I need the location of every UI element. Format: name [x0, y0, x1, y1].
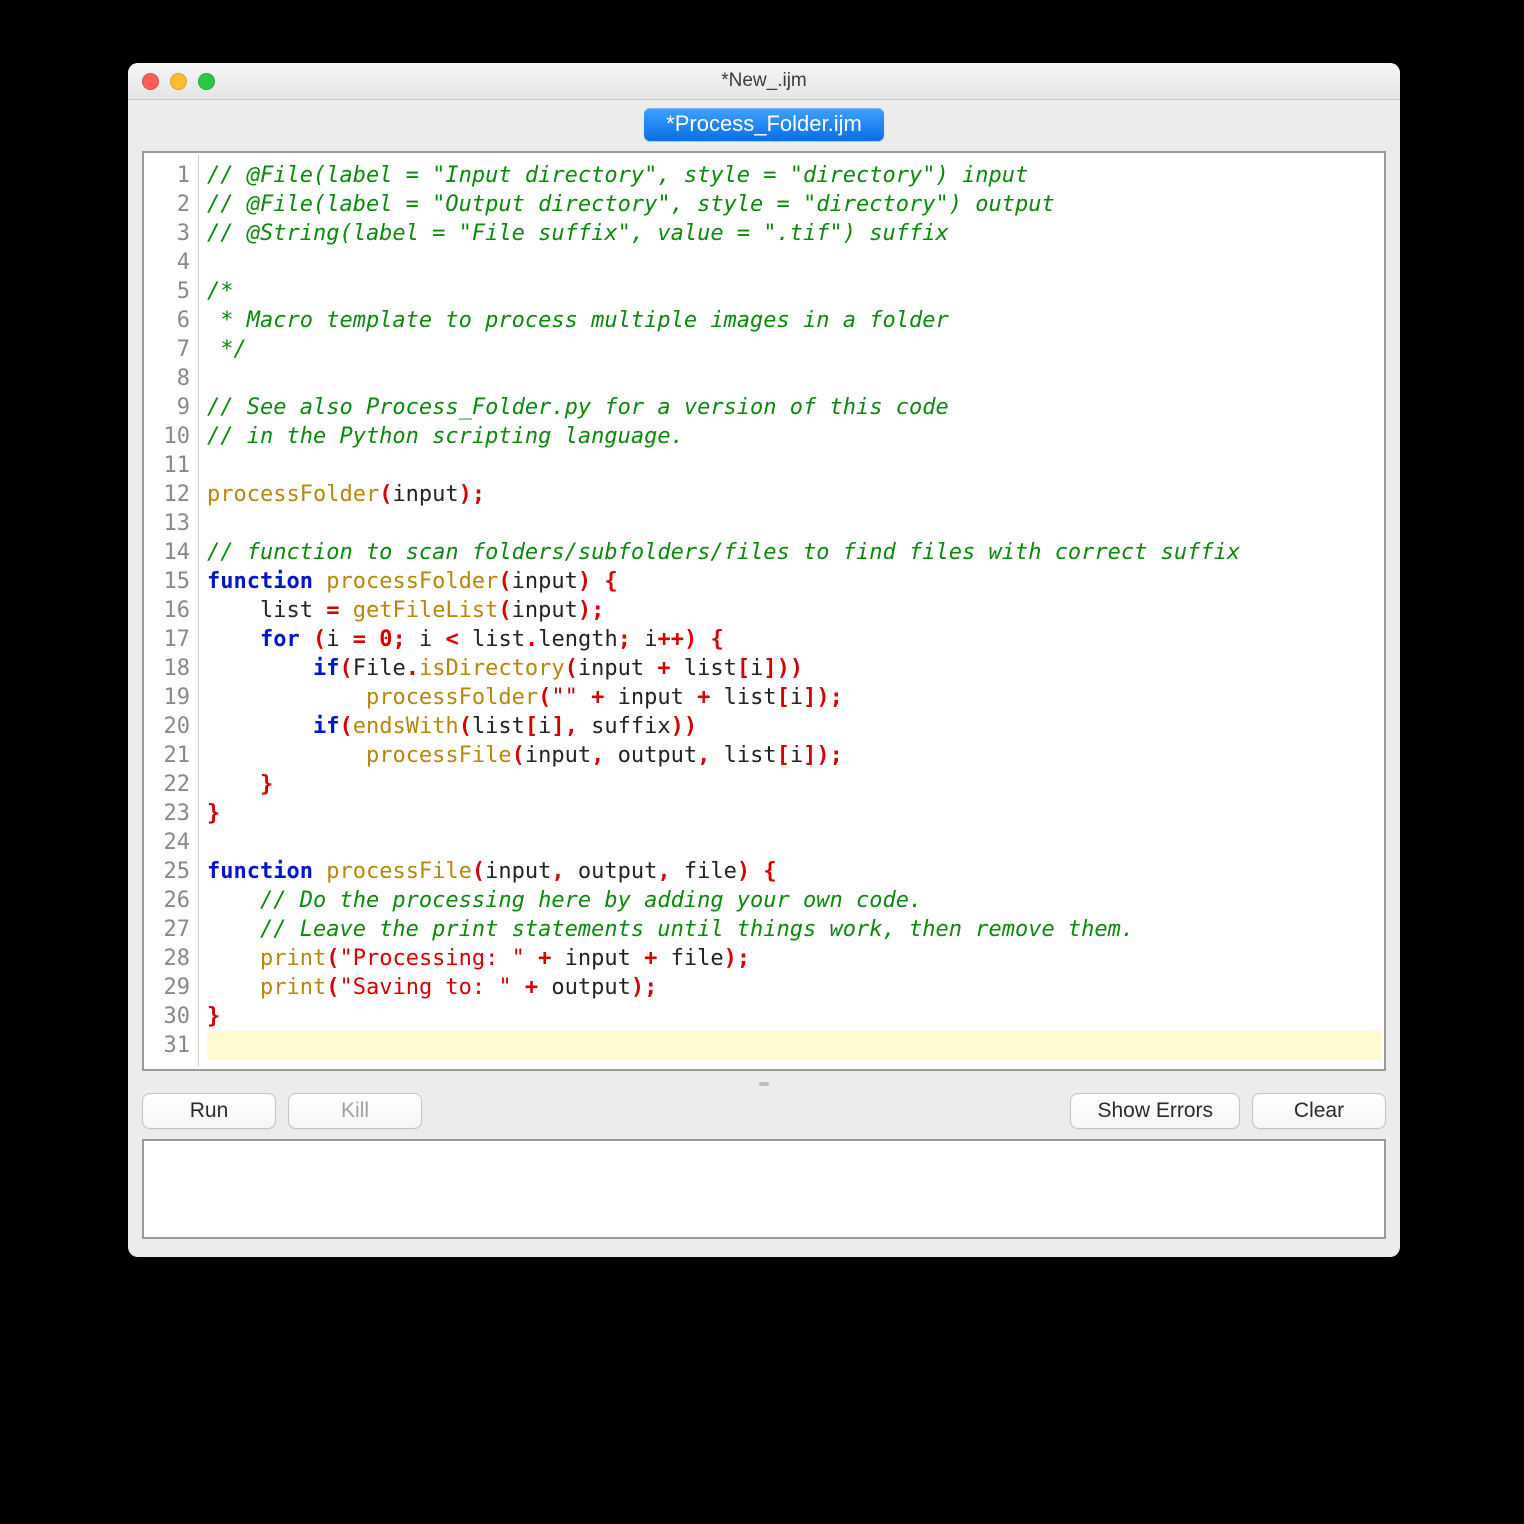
code-line[interactable]: */ [207, 335, 1382, 364]
line-number: 20 [156, 712, 190, 741]
line-number: 13 [156, 509, 190, 538]
splitter-handle[interactable] [142, 1077, 1386, 1091]
show-errors-button[interactable]: Show Errors [1070, 1093, 1240, 1129]
code-line[interactable]: for (i = 0; i < list.length; i++) { [207, 625, 1382, 654]
line-number: 6 [156, 306, 190, 335]
code-line[interactable] [207, 509, 1382, 538]
line-number: 25 [156, 857, 190, 886]
zoom-icon[interactable] [198, 73, 215, 90]
code-line[interactable]: if(endsWith(list[i], suffix)) [207, 712, 1382, 741]
clear-button[interactable]: Clear [1252, 1093, 1386, 1129]
line-number: 2 [156, 190, 190, 219]
tab-bar: *Process_Folder.ijm [128, 100, 1400, 151]
code-line[interactable]: // @String(label = "File suffix", value … [207, 219, 1382, 248]
code-line[interactable]: /* [207, 277, 1382, 306]
window-controls [142, 73, 215, 90]
line-number: 7 [156, 335, 190, 364]
code-line[interactable]: processFile(input, output, list[i]); [207, 741, 1382, 770]
line-number: 17 [156, 625, 190, 654]
grip-icon [759, 1082, 769, 1086]
line-number: 8 [156, 364, 190, 393]
code-line[interactable]: print("Saving to: " + output); [207, 973, 1382, 1002]
line-number: 31 [156, 1031, 190, 1060]
code-line[interactable]: list = getFileList(input); [207, 596, 1382, 625]
titlebar: *New_.ijm [128, 63, 1400, 100]
line-gutter: 1234567891011121314151617181920212223242… [146, 155, 199, 1066]
code-line[interactable]: processFolder("" + input + list[i]); [207, 683, 1382, 712]
code-line[interactable]: // @File(label = "Output directory", sty… [207, 190, 1382, 219]
line-number: 24 [156, 828, 190, 857]
code-line[interactable]: print("Processing: " + input + file); [207, 944, 1382, 973]
code-line[interactable]: // @File(label = "Input directory", styl… [207, 161, 1382, 190]
tab-process-folder[interactable]: *Process_Folder.ijm [644, 108, 884, 141]
run-button[interactable]: Run [142, 1093, 276, 1129]
line-number: 4 [156, 248, 190, 277]
minimize-icon[interactable] [170, 73, 187, 90]
line-number: 1 [156, 161, 190, 190]
line-number: 28 [156, 944, 190, 973]
line-number: 21 [156, 741, 190, 770]
code-line[interactable]: function processFolder(input) { [207, 567, 1382, 596]
code-line[interactable] [207, 248, 1382, 277]
code-line[interactable]: // Do the processing here by adding your… [207, 886, 1382, 915]
code-line[interactable]: // Leave the print statements until thin… [207, 915, 1382, 944]
code-line[interactable]: } [207, 770, 1382, 799]
line-number: 5 [156, 277, 190, 306]
line-number: 16 [156, 596, 190, 625]
line-number: 11 [156, 451, 190, 480]
kill-button[interactable]: Kill [288, 1093, 422, 1129]
line-number: 23 [156, 799, 190, 828]
line-number: 15 [156, 567, 190, 596]
line-number: 22 [156, 770, 190, 799]
code-area[interactable]: // @File(label = "Input directory", styl… [199, 155, 1382, 1066]
code-line[interactable]: // function to scan folders/subfolders/f… [207, 538, 1382, 567]
output-panel[interactable] [142, 1139, 1386, 1239]
code-editor[interactable]: 1234567891011121314151617181920212223242… [142, 151, 1386, 1071]
code-line[interactable]: function processFile(input, output, file… [207, 857, 1382, 886]
code-line[interactable] [207, 364, 1382, 393]
line-number: 12 [156, 480, 190, 509]
code-line[interactable] [207, 451, 1382, 480]
line-number: 27 [156, 915, 190, 944]
code-line[interactable]: // in the Python scripting language. [207, 422, 1382, 451]
line-number: 26 [156, 886, 190, 915]
code-line[interactable] [207, 828, 1382, 857]
code-line[interactable]: processFolder(input); [207, 480, 1382, 509]
code-line[interactable]: if(File.isDirectory(input + list[i])) [207, 654, 1382, 683]
code-line[interactable]: } [207, 799, 1382, 828]
code-line[interactable]: * Macro template to process multiple ima… [207, 306, 1382, 335]
line-number: 10 [156, 422, 190, 451]
window-title: *New_.ijm [128, 70, 1400, 92]
window: *New_.ijm *Process_Folder.ijm 1234567891… [128, 63, 1400, 1257]
line-number: 9 [156, 393, 190, 422]
code-line[interactable]: } [207, 1002, 1382, 1031]
button-row: Run Kill Show Errors Clear [128, 1091, 1400, 1139]
line-number: 14 [156, 538, 190, 567]
line-number: 19 [156, 683, 190, 712]
line-number: 30 [156, 1002, 190, 1031]
line-number: 3 [156, 219, 190, 248]
code-line[interactable]: // See also Process_Folder.py for a vers… [207, 393, 1382, 422]
line-number: 29 [156, 973, 190, 1002]
close-icon[interactable] [142, 73, 159, 90]
line-number: 18 [156, 654, 190, 683]
code-line[interactable] [207, 1031, 1382, 1060]
